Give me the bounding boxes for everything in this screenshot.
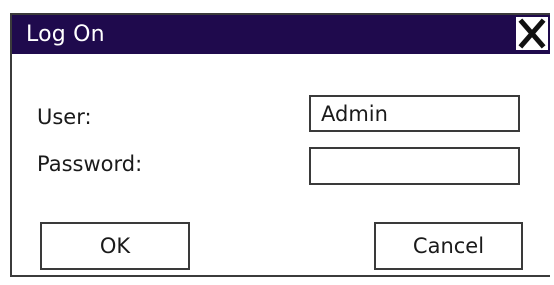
dialog-titlebar: Log On: [12, 15, 550, 54]
password-input[interactable]: [309, 147, 520, 185]
dialog-title: Log On: [26, 22, 105, 47]
logon-dialog: Log On User: Password: OK Cancel: [10, 13, 550, 277]
ok-button[interactable]: OK: [40, 222, 190, 270]
cancel-button[interactable]: Cancel: [374, 222, 523, 270]
password-label: Password:: [37, 152, 143, 176]
user-input[interactable]: [309, 95, 520, 132]
user-label: User:: [37, 105, 92, 129]
close-icon: [518, 18, 546, 49]
close-button[interactable]: [516, 17, 548, 50]
